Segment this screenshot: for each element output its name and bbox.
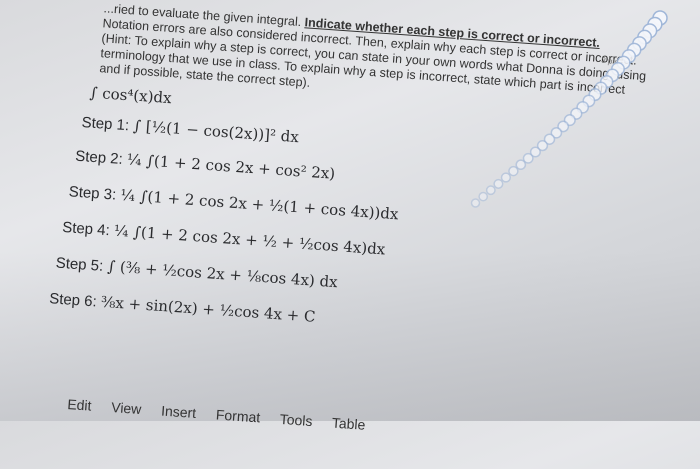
step-label: Step 5:: [55, 254, 104, 275]
step-3: Step 3: ¼ ∫(1 + 2 cos 2x + ½(1 + cos 4x)…: [68, 182, 399, 223]
step-1: Step 1: ∫ [½(1 − cos(2x))]² dx: [81, 113, 299, 146]
instructions: ...ried to evaluate the given integral. …: [99, 1, 663, 115]
step-expression: ¼ ∫(1 + 2 cos 2x + ½(1 + cos 4x))dx: [119, 185, 400, 224]
menu-edit[interactable]: Edit: [67, 396, 92, 414]
step-expression: ¼ ∫(1 + 2 cos 2x + cos² 2x): [126, 150, 336, 183]
step-2: Step 2: ¼ ∫(1 + 2 cos 2x + cos² 2x): [75, 147, 336, 183]
step-expression: ⅜x + sin(2x) + ½cos 4x + C: [100, 292, 317, 326]
step-label: Step 4:: [61, 218, 111, 240]
step-label: Step 6:: [48, 290, 98, 311]
given-integral: ∫ cos⁴(x)dx: [89, 83, 173, 108]
reflection-ring: [647, 16, 663, 33]
step-label: Step 2:: [74, 147, 124, 168]
menu-table[interactable]: Table: [331, 415, 366, 433]
step-5: Step 5: ∫ (⅜ + ½cos 2x + ⅛cos 4x) dx: [55, 254, 338, 292]
menu-tools[interactable]: Tools: [279, 411, 313, 429]
step-6: Step 6: ⅜x + sin(2x) + ½cos 4x + C: [49, 289, 316, 326]
menu-insert[interactable]: Insert: [161, 403, 197, 421]
reflection-ring: [642, 23, 658, 39]
menu-format[interactable]: Format: [215, 406, 260, 425]
menu-view[interactable]: View: [111, 399, 142, 417]
step-4: Step 4: ¼ ∫(1 + 2 cos 2x + ½ + ½cos 4x)d…: [62, 218, 386, 259]
step-expression: ¼ ∫(1 + 2 cos 2x + ½ + ½cos 4x)dx: [113, 221, 386, 259]
step-label: Step 3:: [68, 183, 117, 204]
step-expression: ∫ (⅜ + ½cos 2x + ⅛cos 4x) dx: [106, 257, 339, 292]
step-label: Step 1:: [81, 114, 130, 135]
reflection-ring: [652, 10, 668, 26]
step-expression: ∫ [½(1 − cos(2x))]² dx: [132, 116, 300, 147]
